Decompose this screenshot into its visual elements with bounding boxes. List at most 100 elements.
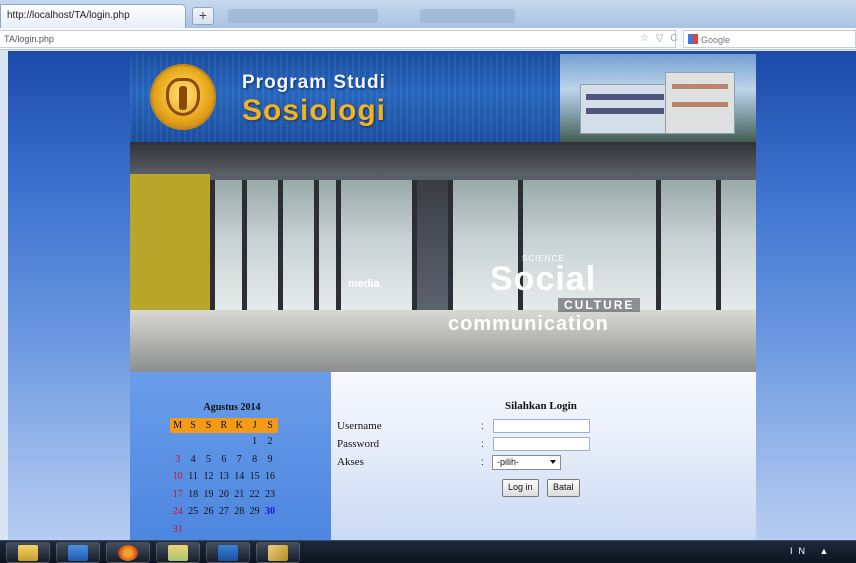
- calendar-week-row: 24 25 26 27 28 29 30: [170, 503, 278, 521]
- username-label: Username: [337, 420, 382, 432]
- system-tray[interactable]: IN ▲: [790, 546, 834, 556]
- plus-icon: +: [198, 7, 208, 23]
- calendar-weekday: S: [262, 418, 278, 433]
- calendar-day: 6: [221, 453, 227, 465]
- calendar-empty-cell: [232, 521, 247, 539]
- decal-culture: CULTURE: [558, 298, 641, 312]
- glass-panel: [278, 180, 314, 312]
- taskbar-explorer-button[interactable]: [6, 542, 50, 563]
- window-row: [672, 102, 728, 107]
- site-container: Program Studi Sosiologi media SCIENCE So…: [130, 54, 756, 540]
- blurred-tab[interactable]: [420, 9, 515, 23]
- site-header-banner: Program Studi Sosiologi: [130, 54, 756, 142]
- calendar-weekday: M: [170, 418, 186, 433]
- logo-emblem-center: [179, 86, 187, 110]
- building-entrance-photo: media SCIENCE Social CULTURE communicati…: [130, 142, 756, 372]
- calendar-day: 8: [252, 453, 258, 465]
- taskbar-folder-button[interactable]: [156, 542, 200, 563]
- calendar-day: 14: [234, 471, 245, 483]
- window-row: [586, 108, 664, 114]
- site-subtitle: Program Studi: [242, 72, 386, 93]
- page-viewport: Program Studi Sosiologi media SCIENCE So…: [8, 51, 856, 540]
- glass-panel: [656, 180, 716, 312]
- login-panel: Silahkan Login Username : Password : Aks…: [331, 372, 756, 540]
- calendar-weekday: R: [216, 418, 232, 433]
- akses-select[interactable]: -pilih-: [492, 455, 561, 470]
- blurred-tab[interactable]: [228, 9, 378, 23]
- calendar-day: 9: [267, 453, 273, 465]
- bookmark-star-icon[interactable]: ☆ ▽ C: [640, 33, 679, 44]
- calendar-day: 13: [218, 471, 229, 483]
- calendar-day: 30: [265, 506, 276, 518]
- glass-panel: [210, 180, 242, 312]
- calendar-day: 21: [234, 488, 245, 500]
- explorer-icon: [168, 545, 188, 561]
- address-bar[interactable]: TA/login.php: [0, 30, 676, 48]
- google-icon: [688, 34, 698, 44]
- browser-tab[interactable]: http://localhost/TA/login.php: [0, 4, 186, 28]
- calendar-day: 10: [172, 471, 183, 483]
- taskbar-media-button[interactable]: [56, 542, 100, 563]
- chevron-down-icon: [550, 460, 556, 464]
- calendar-day: 19: [203, 488, 214, 500]
- calendar-day: 18: [188, 488, 199, 500]
- calendar-day: 25: [188, 506, 199, 518]
- akses-selected-value: -pilih-: [497, 457, 520, 467]
- calendar-day: 26: [203, 506, 214, 518]
- cancel-button[interactable]: Batal: [547, 479, 580, 497]
- glass-panel: [336, 180, 412, 312]
- calendar-body: 1 2 3 4 5 6 7 8 9 10 11 12 13 14 15 16 17 18 19 20 21 22 23 24 2…: [170, 433, 278, 538]
- username-colon: :: [481, 421, 484, 432]
- calendar-day: 12: [203, 471, 214, 483]
- password-field[interactable]: [493, 437, 590, 451]
- photo-ceiling: [130, 142, 756, 174]
- calendar-weekday: J: [246, 418, 263, 433]
- calendar-day: 27: [218, 506, 229, 518]
- login-button[interactable]: Log in: [502, 479, 539, 497]
- login-title: Silahkan Login: [505, 400, 577, 412]
- calendar-empty-cell: [262, 521, 277, 539]
- dark-column: [412, 180, 448, 312]
- windows-taskbar: IN ▲: [0, 540, 856, 563]
- decal-communication: communication: [448, 313, 609, 335]
- new-tab-button[interactable]: +: [192, 7, 214, 25]
- taskbar-tool-button[interactable]: [256, 542, 300, 563]
- calendar-week-row: 17 18 19 20 21 22 23: [170, 486, 278, 504]
- taskbar-firefox-button[interactable]: [106, 542, 150, 563]
- url-text: TA/login.php: [4, 34, 54, 44]
- akses-label: Akses: [337, 456, 364, 468]
- content-area: Agustus 2014 MSSRKJS 1 2 3 4 5 6 7 8 9 10 11 12 13 14…: [130, 372, 756, 540]
- site-title: Sosiologi: [242, 94, 386, 127]
- calendar-day: 1: [252, 436, 258, 448]
- calendar-week-row: 12: [170, 433, 278, 451]
- tab-title: http://localhost/TA/login.php: [7, 10, 130, 21]
- navigation-bar: TA/login.php ☆ ▽ C Google: [0, 28, 856, 50]
- folder-icon: [18, 545, 38, 561]
- calendar-empty-cell: [170, 433, 185, 451]
- calendar-weekday-row: MSSRKJS: [170, 418, 278, 433]
- calendar-weekday: S: [200, 418, 217, 433]
- password-colon: :: [481, 439, 484, 450]
- calendar-sidebar: Agustus 2014 MSSRKJS 1 2 3 4 5 6 7 8 9 10 11 12 13 14…: [130, 372, 331, 540]
- calendar-weekday: S: [185, 418, 201, 433]
- campus-building-image: [560, 54, 756, 142]
- calendar-day: 29: [249, 506, 260, 518]
- calendar-day: 11: [188, 471, 198, 483]
- username-field[interactable]: [493, 419, 590, 433]
- firefox-icon: [118, 545, 138, 561]
- calendar-empty-cell: [216, 521, 231, 539]
- decal-social: Social: [490, 260, 597, 298]
- taskbar-word-button[interactable]: [206, 542, 250, 563]
- window-row: [672, 84, 728, 89]
- calendar-day: 24: [172, 506, 183, 518]
- media-player-icon: [68, 545, 88, 561]
- calendar-empty-cell: [247, 521, 262, 539]
- calendar-day: 7: [236, 453, 242, 465]
- calendar-day: 16: [265, 471, 276, 483]
- calendar-weekday: K: [231, 418, 247, 433]
- decal-media: media: [348, 278, 380, 290]
- search-input[interactable]: Google: [683, 30, 856, 48]
- calendar-day: 17: [172, 488, 183, 500]
- photo-yellow-wall: [130, 174, 210, 314]
- university-logo-icon: [152, 66, 214, 128]
